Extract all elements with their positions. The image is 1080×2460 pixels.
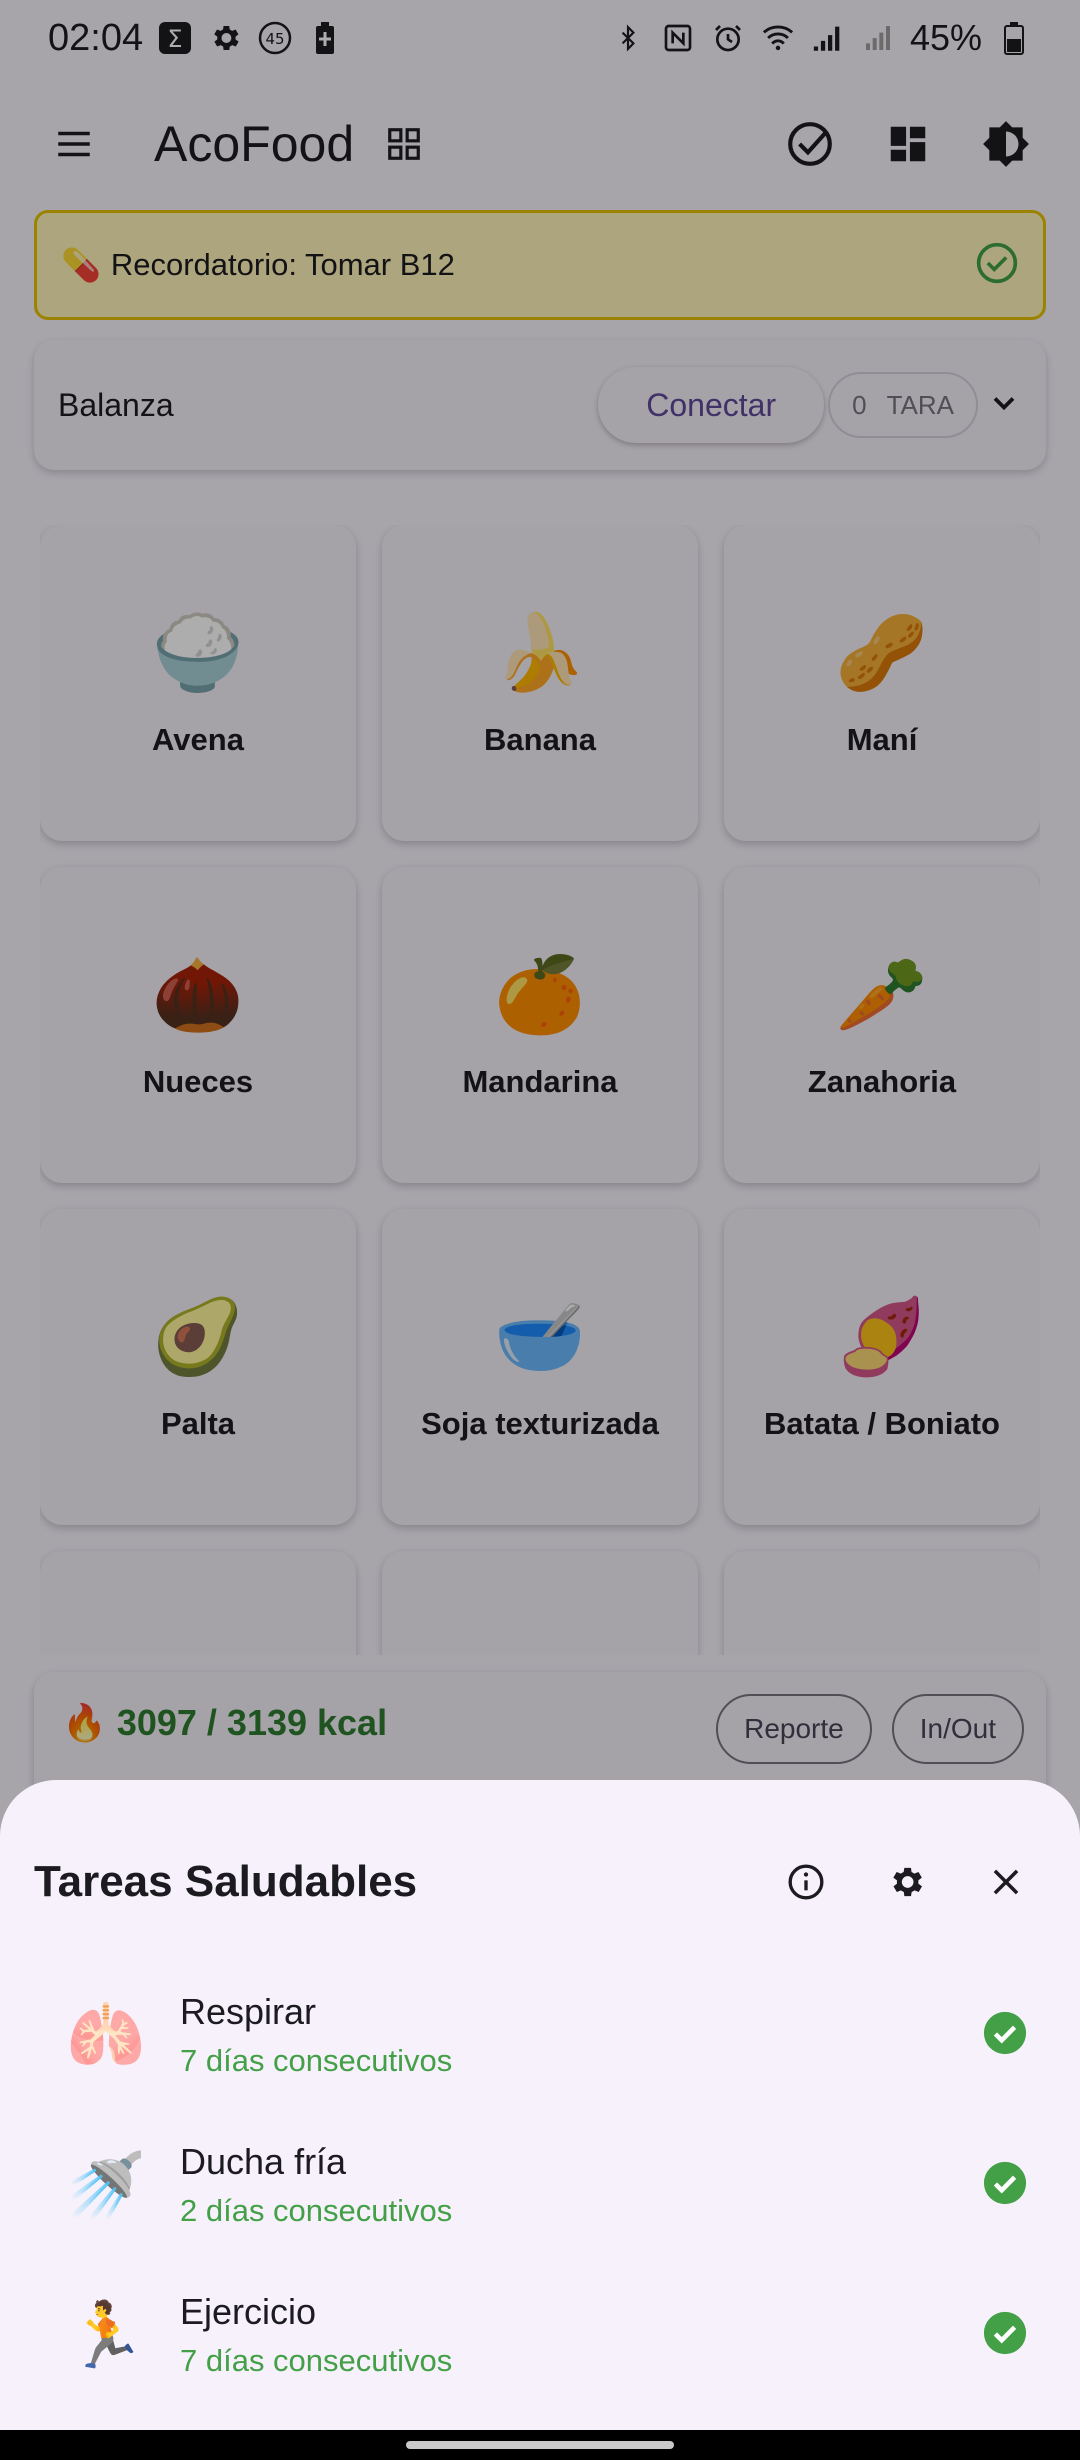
sheet-header: Tareas Saludables [34, 1832, 1046, 1932]
gear-icon[interactable] [866, 1842, 946, 1922]
task-list: 🫁 Respirar 7 días consecutivos 🚿 Ducha f… [0, 1960, 1080, 2410]
lungs-icon: 🫁 [66, 1998, 146, 2073]
task-name: Ducha fría [180, 2141, 347, 2182]
sheet-title: Tareas Saludables [34, 1857, 418, 1906]
check-circle-icon[interactable] [982, 2160, 1028, 2211]
check-circle-icon[interactable] [982, 2010, 1028, 2061]
healthy-tasks-sheet: Tareas Saludables 🫁 Respirar 7 días cons… [0, 1780, 1080, 2430]
close-icon[interactable] [966, 1842, 1046, 1922]
task-row-ducha-fria[interactable]: 🚿 Ducha fría 2 días consecutivos [0, 2110, 1080, 2260]
task-name: Ejercicio [180, 2291, 317, 2332]
task-name: Respirar [180, 1991, 317, 2032]
check-circle-icon[interactable] [982, 2310, 1028, 2361]
task-streak: 7 días consecutivos [180, 2043, 453, 2078]
info-icon[interactable] [766, 1842, 846, 1922]
task-row-ejercicio[interactable]: 🏃 Ejercicio 7 días consecutivos [0, 2260, 1080, 2410]
task-streak: 7 días consecutivos [180, 2343, 453, 2378]
shower-icon: 🚿 [66, 2148, 146, 2223]
task-row-respirar[interactable]: 🫁 Respirar 7 días consecutivos [0, 1960, 1080, 2110]
gesture-handle[interactable] [406, 2441, 674, 2449]
task-streak: 2 días consecutivos [180, 2193, 453, 2228]
runner-icon: 🏃 [66, 2298, 146, 2373]
